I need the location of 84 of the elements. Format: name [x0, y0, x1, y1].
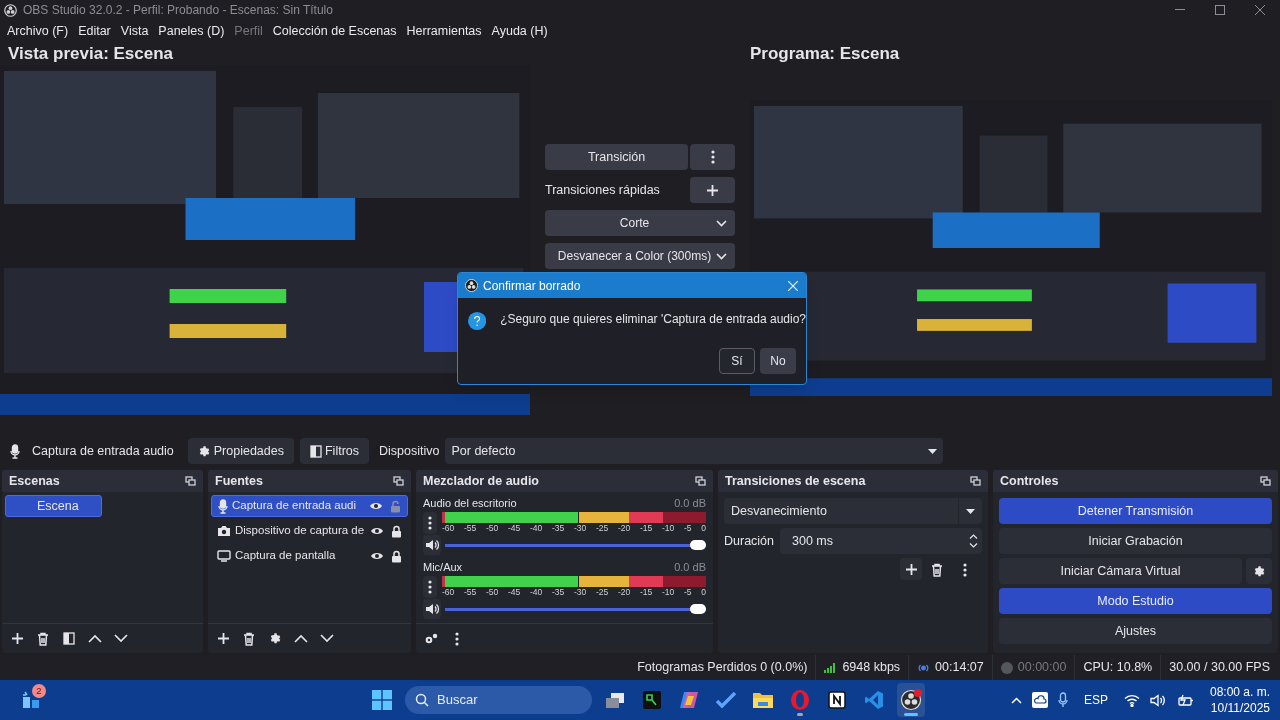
bitrate: 6948 kbps: [842, 659, 901, 677]
source-name: Captura de pantalla: [235, 548, 337, 564]
stream-time: 00:14:07: [935, 659, 984, 677]
meter-scale-label: -25: [596, 587, 609, 597]
clock-time[interactable]: 08:00 a. m.: [1209, 684, 1270, 700]
menu-item[interactable]: Ayuda (H): [486, 21, 553, 41]
menu-item[interactable]: Herramientas: [401, 21, 487, 41]
control-button[interactable]: Detener Transmisión: [999, 498, 1272, 524]
dock-title: Mezclador de audio: [423, 472, 540, 490]
menu-item[interactable]: Paneles (D): [153, 21, 230, 41]
meter-scale-label: -5: [684, 587, 692, 597]
clock-date[interactable]: 10/11/2025: [1210, 700, 1270, 716]
channel-name: Audio del escritorio: [423, 496, 518, 512]
meter-scale-label: -25: [596, 523, 609, 533]
control-button[interactable]: Iniciar Grabación: [999, 528, 1272, 554]
meter-scale-label: -40: [530, 523, 543, 533]
meter-scale-label: 0: [701, 523, 706, 533]
control-button[interactable]: Iniciar Cámara Virtual: [999, 558, 1242, 584]
menu-item[interactable]: Vista: [115, 21, 154, 41]
dialog-title: Confirmar borrado: [483, 277, 582, 295]
meter-scale-label: -60: [442, 587, 455, 597]
meter-scale-label: -10: [662, 523, 675, 533]
meter-scale-label: -20: [618, 523, 631, 533]
meter-scale-label: -45: [508, 587, 521, 597]
meter-scale-label: -55: [464, 523, 477, 533]
quick-transition-dropdown[interactable]: Desvanecer a Color (300ms): [545, 243, 735, 269]
meter-scale-label: -60: [442, 523, 455, 533]
menu-item[interactable]: Archivo (F): [2, 21, 74, 41]
channel-reading: 0.0 dB: [674, 496, 706, 512]
panel-title: Vista previa: Escena: [7, 43, 175, 65]
source-name: Dispositivo de captura de: [235, 523, 366, 539]
record-time: 00:00:00: [1017, 659, 1067, 677]
notification-badge: 2: [32, 684, 46, 698]
dock-title: Transiciones de escena: [725, 472, 867, 490]
quick-transition-dropdown[interactable]: Corte: [545, 210, 735, 236]
meter-scale-label: -15: [640, 587, 653, 597]
selected-source-name: Captura de entrada audio: [32, 442, 174, 460]
filters-button[interactable]: Filtros: [300, 438, 369, 464]
dialog-button[interactable]: Sí: [719, 348, 755, 374]
meter-scale-label: -40: [530, 587, 543, 597]
meter-scale-label: -55: [464, 587, 477, 597]
meter-scale-label: -30: [574, 587, 587, 597]
duration-field[interactable]: 300 ms: [780, 528, 982, 554]
scene-item[interactable]: Escena: [5, 495, 102, 517]
input-language[interactable]: ESP: [1077, 691, 1114, 709]
device-dropdown[interactable]: Por defecto: [445, 438, 944, 464]
dock-title: Fuentes: [215, 472, 264, 490]
menu-item[interactable]: Colección de Escenas: [267, 21, 402, 41]
transition-button[interactable]: Transición: [545, 144, 688, 170]
properties-button[interactable]: Propiedades: [187, 438, 294, 464]
control-button[interactable]: Modo Estudio: [999, 588, 1272, 614]
panel-title: Programa: Escena: [749, 43, 901, 65]
dialog-message: ¿Seguro que quieres eliminar 'Captura de entrada audio?: [500, 311, 806, 328]
meter-scale-label: -50: [486, 587, 499, 597]
dock-title: Controles: [1000, 472, 1060, 490]
channel-name: Mic/Aux: [423, 560, 464, 576]
menu-item[interactable]: Editar: [73, 21, 116, 41]
source-name: Captura de entrada audi: [232, 498, 358, 514]
cpu-usage: CPU: 10.8%: [1083, 659, 1153, 677]
meter-scale-label: -5: [684, 523, 692, 533]
transition-dropdown[interactable]: Desvanecimiento: [724, 498, 982, 524]
meter-scale-label: 0: [701, 587, 706, 597]
window-title: OBS Studio 32.0.2 - Perfil: Probando - Escenas: Sin Título: [23, 2, 333, 19]
meter-scale-label: -10: [662, 587, 675, 597]
meter-scale-label: -35: [552, 523, 565, 533]
meter-scale-label: -35: [552, 587, 565, 597]
dock-title: Escenas: [9, 472, 61, 490]
search-field[interactable]: Buscar: [405, 686, 592, 714]
dropped-frames: Fotogramas Perdidos 0 (0.0%): [637, 658, 808, 677]
dialog-button[interactable]: No: [760, 348, 796, 374]
device-label: Dispositivo: [379, 442, 440, 460]
channel-reading: 0.0 dB: [674, 560, 706, 576]
meter-scale-label: -30: [574, 523, 587, 533]
meter-scale-label: -20: [618, 587, 631, 597]
meter-scale-label: -45: [508, 523, 521, 533]
control-button[interactable]: Ajustes: [999, 618, 1272, 644]
source-item[interactable]: Dispositivo de captura de: [211, 520, 408, 542]
duration-label: Duración: [724, 532, 775, 550]
source-item[interactable]: Captura de pantalla: [211, 545, 408, 567]
fps: 30.00 / 30.00 FPS: [1169, 659, 1270, 677]
meter-scale-label: -50: [486, 523, 499, 533]
source-item[interactable]: Captura de entrada audi: [211, 495, 408, 517]
meter-scale-label: -15: [640, 523, 653, 533]
quick-transitions-label: Transiciones rápidas: [545, 181, 661, 199]
